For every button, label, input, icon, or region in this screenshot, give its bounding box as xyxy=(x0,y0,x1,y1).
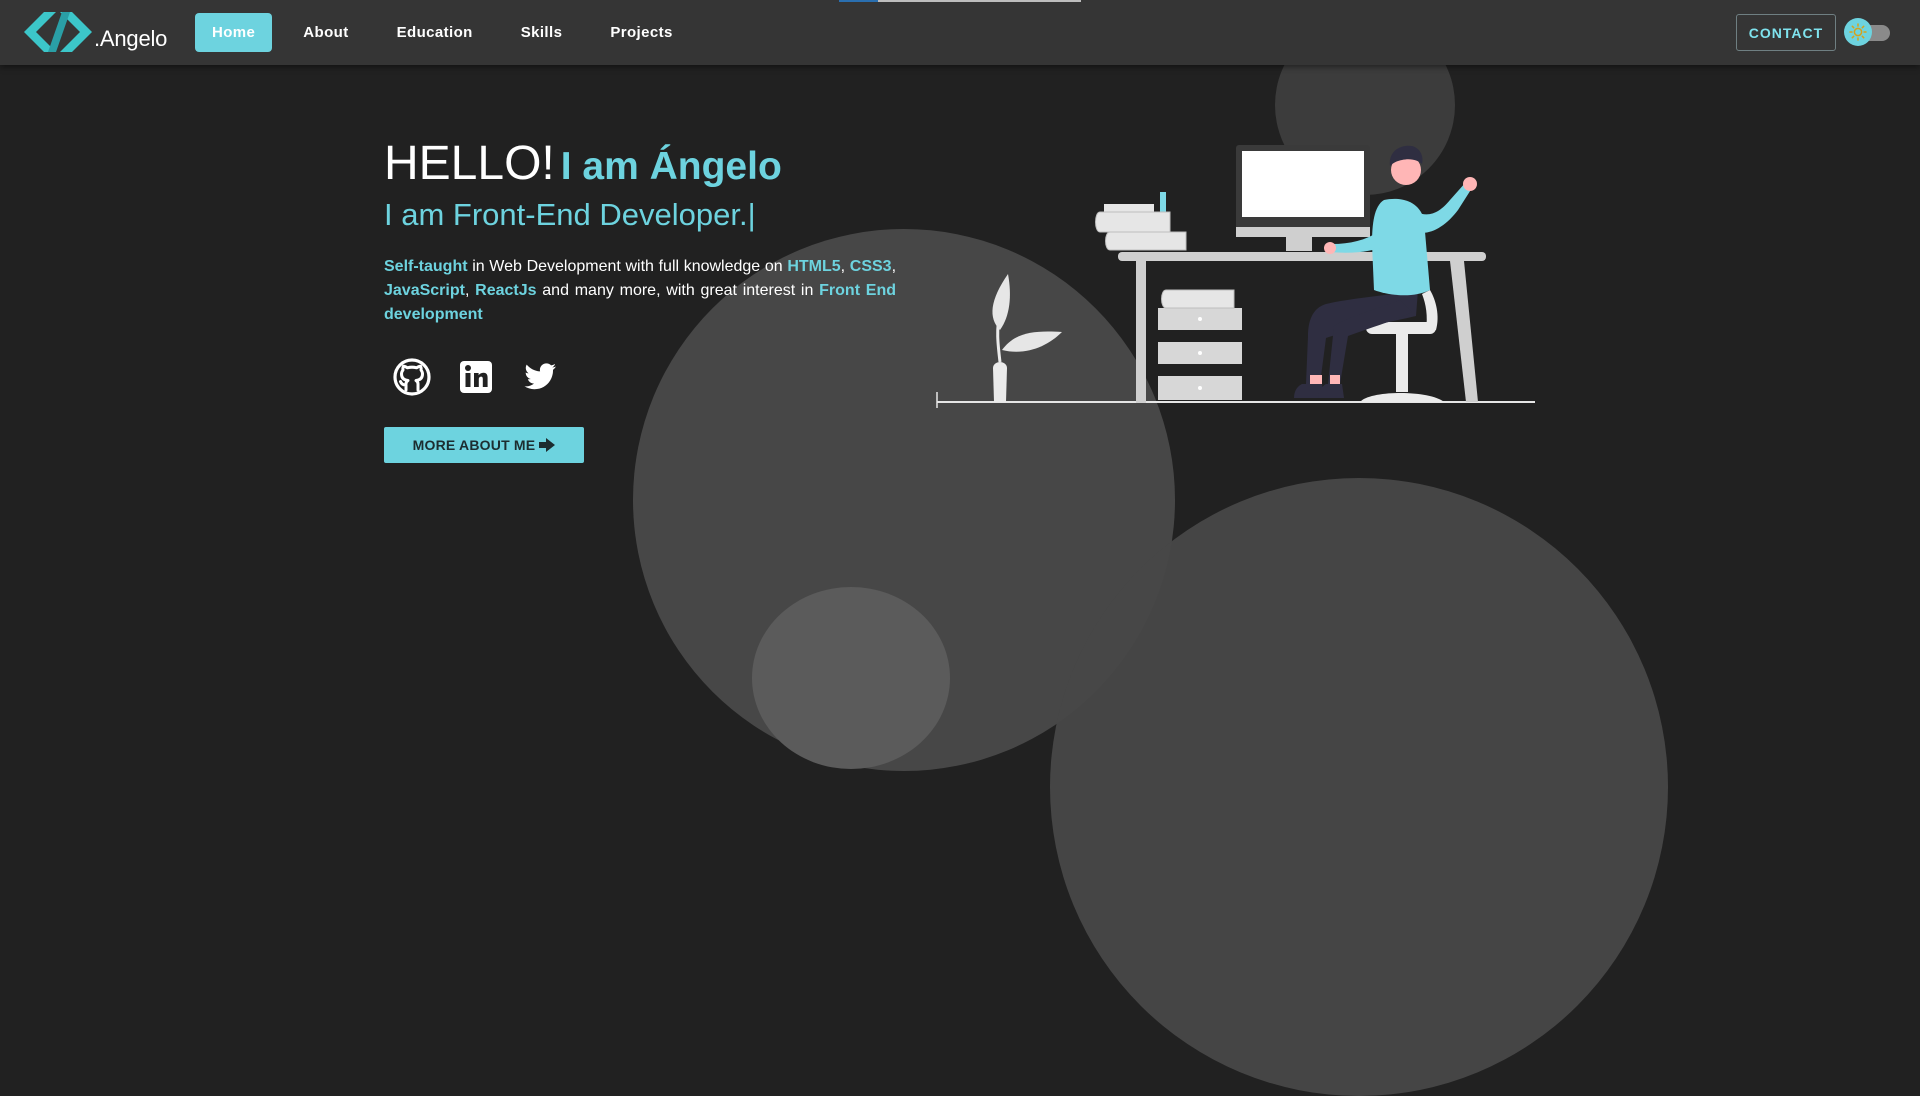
code-brackets-logo-icon xyxy=(24,12,92,52)
twitter-icon[interactable] xyxy=(520,357,560,397)
background-circle-large xyxy=(1050,478,1668,1096)
bio-css3: CSS3 xyxy=(849,258,892,276)
hero-section: HELLO! I am Ángelo I am Front-End Develop… xyxy=(384,140,896,464)
hero-bio: Self-taught in Web Development with full… xyxy=(384,255,896,327)
hello-text: HELLO! xyxy=(384,137,555,190)
bio-comma-3: , xyxy=(464,282,476,300)
toggle-knob xyxy=(1844,18,1872,46)
nav-link-home[interactable]: Home xyxy=(195,13,273,52)
subtitle-text: I am Front-End Developer. xyxy=(384,197,748,232)
nav-link-skills[interactable]: Skills xyxy=(504,13,580,52)
developer-at-desk-illustration xyxy=(936,145,1535,408)
scroll-progress-fill xyxy=(839,0,878,2)
social-links xyxy=(384,357,896,397)
hero-subtitle: I am Front-End Developer.| xyxy=(384,197,896,232)
scroll-progress-bar xyxy=(839,0,1081,2)
more-about-me-button[interactable]: MORE ABOUT ME xyxy=(384,427,584,464)
nav-link-about[interactable]: About xyxy=(286,13,365,52)
bio-comma-1: , xyxy=(840,258,850,276)
nav-link-education[interactable]: Education xyxy=(380,13,490,52)
contact-button[interactable]: CONTACT xyxy=(1736,14,1836,51)
bio-reactjs: ReactJs xyxy=(475,282,537,300)
typing-cursor: | xyxy=(747,197,756,232)
linkedin-icon[interactable] xyxy=(456,357,496,397)
bio-text-1: in Web Development with full knowledge o… xyxy=(467,258,788,276)
bio-javascript: JavaScript xyxy=(384,282,465,300)
name-text: I am Ángelo xyxy=(560,145,782,188)
bio-self-taught: Self-taught xyxy=(384,258,468,276)
github-icon[interactable] xyxy=(392,357,432,397)
sun-icon xyxy=(1849,23,1867,41)
bio-text-2: and many more, with great interest in xyxy=(536,282,820,300)
bio-comma-2: , xyxy=(891,258,897,276)
nav-links: Home About Education Skills Projects xyxy=(195,13,704,52)
brand-logo[interactable]: .Angelo xyxy=(22,10,167,54)
bio-html5: HTML5 xyxy=(787,258,841,276)
more-about-me-label: MORE ABOUT ME xyxy=(412,437,536,454)
nav-link-projects[interactable]: Projects xyxy=(593,13,689,52)
brand-name: .Angelo xyxy=(94,26,168,51)
arrow-right-icon xyxy=(539,438,556,453)
background-circle-small xyxy=(752,587,950,769)
hero-title: HELLO! I am Ángelo xyxy=(384,140,896,188)
navbar: .Angelo Home About Education Skills Proj… xyxy=(0,0,1920,65)
theme-toggle[interactable] xyxy=(1844,18,1890,46)
